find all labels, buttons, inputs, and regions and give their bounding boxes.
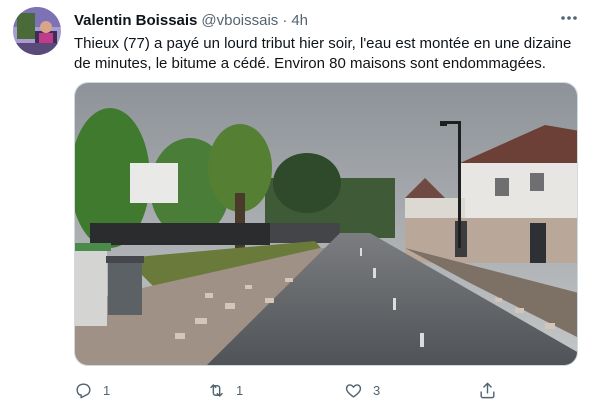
avatar[interactable] bbox=[13, 7, 61, 55]
more-options-button[interactable] bbox=[556, 8, 582, 28]
like-button[interactable]: 3 bbox=[344, 378, 380, 402]
author-handle[interactable]: @vboissais bbox=[201, 12, 278, 29]
tweet-actions: 1 1 3 bbox=[66, 378, 526, 402]
tweet-text: Thieux (77) a payé un lourd tribut hier … bbox=[74, 35, 572, 72]
more-icon bbox=[561, 16, 577, 20]
tweet-header: Valentin Boissais @vboissais · 4h bbox=[74, 10, 308, 30]
separator-dot: · bbox=[282, 11, 288, 29]
like-count: 3 bbox=[373, 382, 381, 398]
retweet-count: 1 bbox=[236, 382, 244, 398]
share-icon bbox=[480, 382, 495, 398]
tweet-card: Valentin Boissais @vboissais · 4h Thieux… bbox=[0, 0, 590, 411]
author-name[interactable]: Valentin Boissais bbox=[74, 12, 197, 29]
reply-button[interactable]: 1 bbox=[74, 378, 110, 402]
retweet-button[interactable]: 1 bbox=[207, 378, 243, 402]
reply-icon bbox=[76, 382, 91, 398]
share-button[interactable] bbox=[478, 378, 497, 402]
retweet-icon bbox=[210, 383, 223, 397]
tweet-photo[interactable] bbox=[74, 82, 578, 366]
reply-count: 1 bbox=[103, 382, 111, 398]
tweet-timestamp[interactable]: 4h bbox=[291, 12, 308, 29]
heart-icon bbox=[345, 383, 362, 398]
